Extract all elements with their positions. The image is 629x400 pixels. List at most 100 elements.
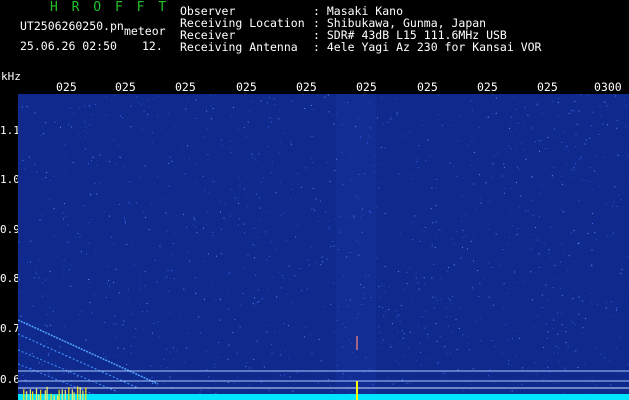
- noise-dot: [306, 288, 308, 290]
- noise-dot: [145, 216, 147, 218]
- noise-dot: [539, 140, 541, 142]
- noise-dot: [112, 243, 114, 245]
- noise-dot: [63, 203, 65, 204]
- noise-dot: [603, 156, 605, 158]
- noise-dot: [166, 230, 168, 232]
- noise-dot: [464, 352, 466, 354]
- noise-dot: [568, 255, 570, 257]
- noise-dot: [435, 221, 437, 223]
- noise-dot: [558, 361, 560, 363]
- noise-dot: [595, 348, 597, 349]
- noise-dot: [247, 121, 249, 123]
- antenna-value: : 4ele Yagi Az 230 for Kansai VOR: [313, 40, 542, 54]
- noise-dot: [208, 191, 210, 193]
- noise-dot: [229, 146, 231, 148]
- noise-dot: [230, 188, 232, 190]
- noise-dot: [554, 265, 556, 267]
- noise-dot: [33, 232, 35, 234]
- noise-dot: [507, 340, 509, 342]
- noise-dot: [440, 229, 442, 231]
- noise-dot: [591, 249, 593, 251]
- noise-dot: [580, 94, 582, 96]
- noise-dot: [607, 124, 608, 126]
- noise-dot: [83, 205, 85, 207]
- noise-dot: [174, 125, 176, 127]
- spectrogram-canvas: [18, 94, 629, 400]
- noise-dot: [300, 343, 302, 345]
- noise-dot: [561, 184, 563, 186]
- noise-dot: [478, 127, 480, 128]
- noise-dot: [260, 100, 262, 102]
- noise-dot: [20, 177, 21, 179]
- noise-dot: [262, 212, 264, 214]
- noise-dot: [600, 115, 602, 117]
- time-tick-label: 025: [296, 80, 317, 94]
- noise-dot: [572, 351, 574, 353]
- noise-dot: [258, 197, 260, 199]
- noise-dot: [542, 185, 543, 187]
- noise-dot: [38, 277, 40, 279]
- noise-dot: [506, 322, 508, 324]
- noise-dot: [37, 139, 39, 141]
- noise-dot: [285, 240, 287, 242]
- noise-dot: [83, 267, 85, 269]
- noise-dot: [262, 177, 264, 179]
- noise-dot: [223, 176, 225, 178]
- noise-dot: [516, 228, 518, 229]
- noise-dot: [169, 280, 171, 282]
- noise-dot: [456, 348, 458, 350]
- noise-dot: [618, 154, 620, 156]
- noise-dot: [472, 109, 473, 111]
- noise-dot: [192, 223, 194, 225]
- noise-dot: [246, 136, 248, 138]
- noise-dot: [400, 233, 402, 235]
- noise-dot: [312, 109, 314, 111]
- noise-dot: [398, 173, 400, 175]
- noise-dot: [78, 236, 80, 238]
- noise-dot: [591, 265, 593, 267]
- noise-dot: [137, 101, 139, 102]
- noise-dot: [227, 178, 229, 180]
- noise-dot: [53, 235, 55, 237]
- noise-dot: [29, 132, 31, 134]
- noise-dot: [291, 301, 293, 303]
- noise-dot: [403, 264, 404, 266]
- noise-dot: [219, 319, 221, 321]
- noise-dot: [173, 243, 174, 244]
- noise-dot: [619, 228, 621, 230]
- noise-dot: [417, 167, 419, 169]
- noise-dot: [479, 317, 481, 319]
- noise-dot: [515, 109, 517, 110]
- noise-dot: [188, 278, 190, 280]
- noise-dot: [315, 198, 317, 200]
- noise-dot: [194, 163, 196, 165]
- noise-dot: [258, 301, 260, 302]
- noise-dot: [495, 346, 497, 348]
- noise-dot: [503, 306, 505, 308]
- noise-dot: [553, 352, 555, 354]
- noise-dot: [238, 177, 240, 179]
- noise-dot: [379, 297, 381, 299]
- noise-dot: [495, 233, 497, 235]
- noise-dot: [520, 195, 522, 197]
- noise-dot: [147, 114, 149, 116]
- noise-dot: [328, 281, 330, 283]
- noise-dot: [614, 186, 616, 188]
- noise-dot: [234, 197, 236, 199]
- noise-dot: [507, 292, 509, 294]
- noise-dot: [470, 388, 472, 390]
- noise-dot: [113, 323, 115, 325]
- noise-dot: [395, 361, 397, 362]
- noise-dot: [69, 123, 71, 124]
- noise-dot: [424, 114, 425, 115]
- noise-dot: [157, 116, 159, 118]
- noise-dot: [333, 219, 335, 221]
- noise-dot: [211, 181, 213, 182]
- noise-dot: [441, 379, 443, 381]
- noise-dot: [516, 182, 517, 183]
- noise-dot: [196, 232, 198, 234]
- noise-dot: [183, 288, 185, 290]
- noise-dot: [582, 300, 584, 302]
- noise-dot: [120, 115, 122, 117]
- noise-dot: [30, 240, 32, 242]
